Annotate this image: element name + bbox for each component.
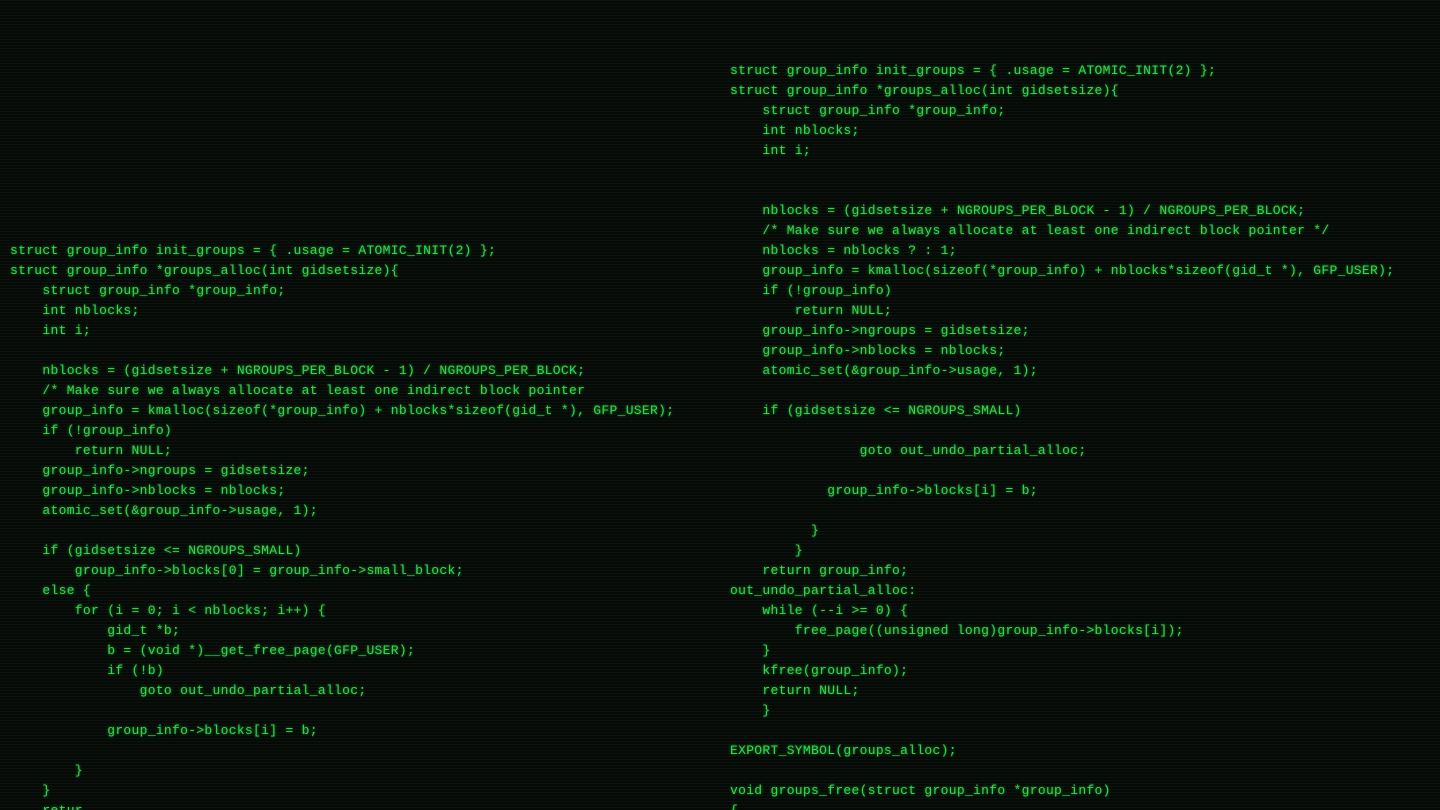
code-pane-left: struct group_info init_groups = { .usage… [10,241,720,810]
code-pane-right: struct group_info init_groups = { .usage… [730,61,1435,810]
crt-screen: struct group_info init_groups = { .usage… [0,0,1440,810]
